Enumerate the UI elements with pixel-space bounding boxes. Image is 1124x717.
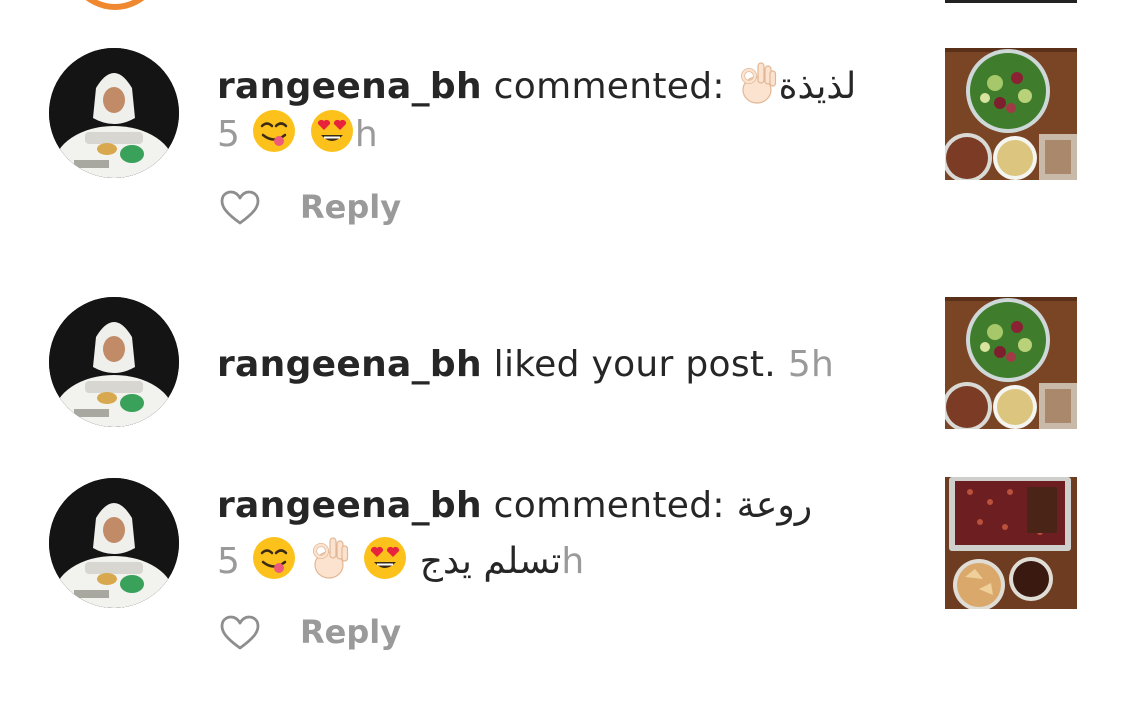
timestamp-line: 5 h [217, 108, 378, 157]
action-text: commented: [493, 66, 725, 107]
avatar[interactable] [49, 297, 179, 427]
heart-icon[interactable] [220, 615, 260, 651]
post-thumbnail-edge [945, 0, 1077, 3]
timestamp: 5h [787, 344, 835, 385]
ok-hand-emoji-icon [737, 60, 779, 106]
action-text: commented: [493, 485, 725, 526]
ok-hand-emoji-icon [309, 535, 351, 581]
timestamp-suffix: h [354, 114, 378, 155]
comment-text: روعة [736, 485, 813, 526]
yum-face-emoji-icon [251, 535, 297, 581]
post-thumbnail[interactable] [945, 297, 1077, 429]
reply-button[interactable]: Reply [300, 188, 401, 226]
comment-text: لذيذة [778, 66, 857, 107]
reply-button[interactable]: Reply [300, 613, 401, 651]
timestamp-prefix: 5 [217, 114, 240, 155]
timestamp-line: 5 تسلم يدجh [217, 535, 584, 584]
post-thumbnail[interactable] [945, 48, 1077, 180]
username[interactable]: rangeena_bh [217, 485, 482, 526]
notification-text: rangeena_bh liked your post. 5h [217, 343, 834, 387]
avatar[interactable] [49, 48, 179, 178]
comment-text-continued: تسلم يدج [419, 541, 562, 582]
avatar[interactable] [49, 478, 179, 608]
heart-eyes-emoji-icon [309, 108, 355, 154]
notification-text: rangeena_bh commented: روعة [217, 484, 812, 528]
notification-text: rangeena_bh commented: لذيذة [217, 60, 856, 109]
heart-eyes-emoji-icon [362, 535, 408, 581]
yum-face-emoji-icon [251, 108, 297, 154]
username[interactable]: rangeena_bh [217, 66, 482, 107]
story-ring [60, 0, 170, 10]
post-thumbnail[interactable] [945, 477, 1077, 609]
timestamp-suffix: h [561, 541, 585, 582]
action-text: liked your post. [493, 344, 777, 385]
heart-icon[interactable] [220, 190, 260, 226]
username[interactable]: rangeena_bh [217, 344, 482, 385]
timestamp-prefix: 5 [217, 541, 240, 582]
